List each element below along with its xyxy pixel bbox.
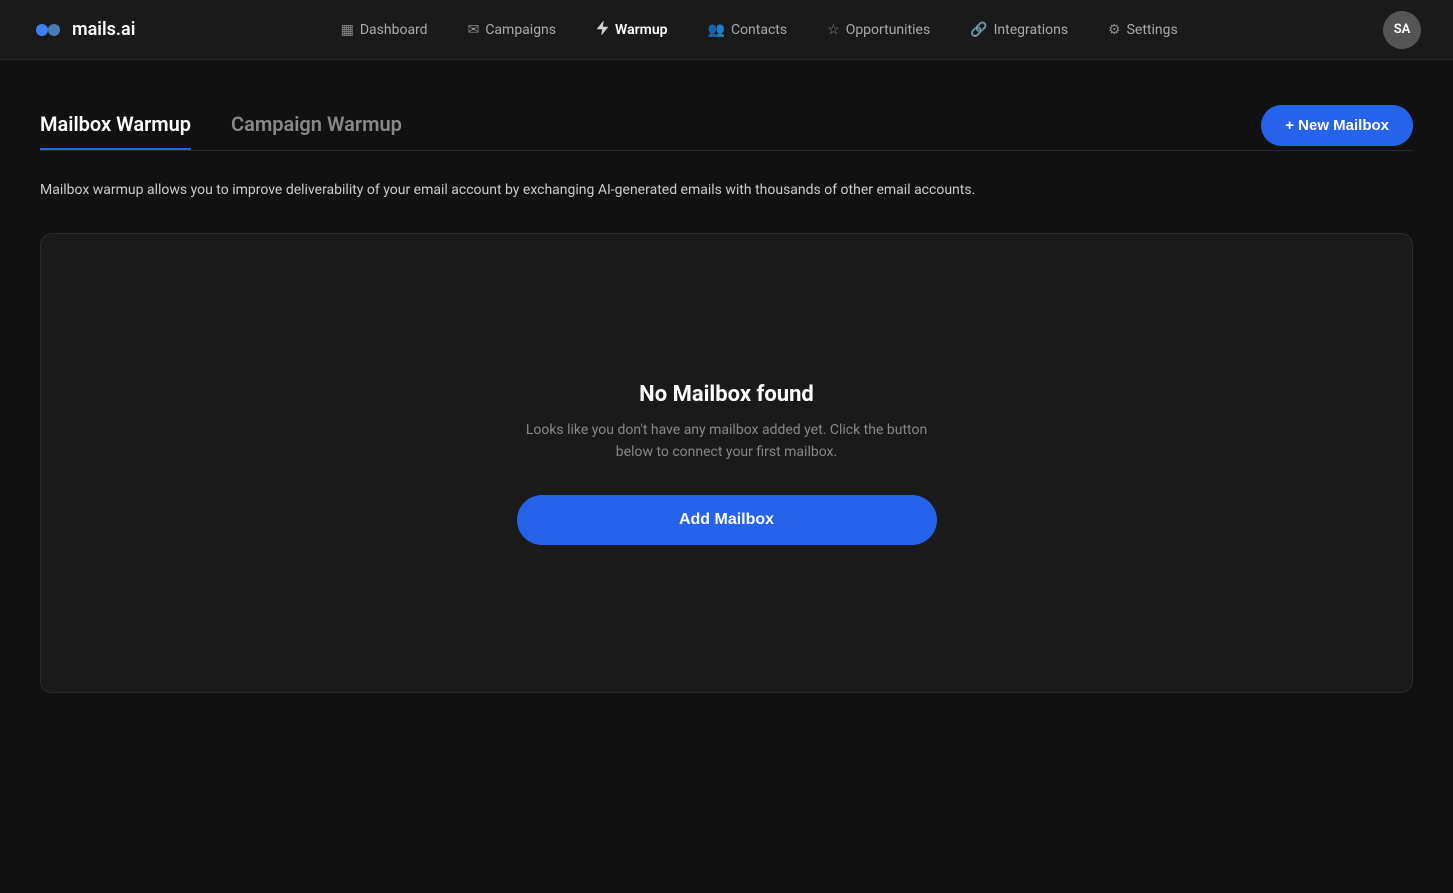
logo-text: mails.ai — [72, 19, 135, 40]
tab-mailbox-warmup[interactable]: Mailbox Warmup — [40, 100, 191, 150]
nav-label-opportunities: Opportunities — [846, 22, 931, 38]
tab-campaign-warmup[interactable]: Campaign Warmup — [231, 100, 402, 150]
nav-item-opportunities[interactable]: ☆ Opportunities — [811, 14, 946, 46]
avatar[interactable]: SA — [1383, 11, 1421, 49]
lightning-icon — [596, 20, 609, 40]
nav-item-contacts[interactable]: 👥 Contacts — [692, 14, 804, 46]
empty-state-card: No Mailbox found Looks like you don't ha… — [40, 233, 1413, 693]
tabs-header: Mailbox Warmup Campaign Warmup + New Mai… — [40, 100, 1413, 150]
main-nav: ▦ Dashboard ✉ Campaigns Warmup 👥 Contact… — [135, 12, 1383, 48]
nav-item-warmup[interactable]: Warmup — [580, 12, 683, 48]
nav-label-contacts: Contacts — [731, 22, 787, 38]
tab-active-underline — [40, 148, 191, 150]
nav-item-campaigns[interactable]: ✉ Campaigns — [452, 14, 572, 46]
grid-icon: ▦ — [341, 22, 354, 38]
nav-label-campaigns: Campaigns — [485, 22, 556, 38]
topbar: mails.ai ▦ Dashboard ✉ Campaigns Warmup … — [0, 0, 1453, 60]
empty-title: No Mailbox found — [639, 382, 814, 407]
nav-item-settings[interactable]: ⚙ Settings — [1092, 14, 1194, 46]
nav-item-dashboard[interactable]: ▦ Dashboard — [325, 14, 444, 46]
nav-label-dashboard: Dashboard — [360, 22, 428, 38]
email-icon: ✉ — [468, 22, 480, 38]
nav-label-settings: Settings — [1127, 22, 1178, 38]
contacts-icon: 👥 — [708, 22, 725, 38]
tabs-left: Mailbox Warmup Campaign Warmup — [40, 100, 442, 150]
link-icon: 🔗 — [970, 22, 987, 38]
tabs-divider — [40, 150, 1413, 151]
logo-area: mails.ai — [32, 14, 135, 46]
nav-item-integrations[interactable]: 🔗 Integrations — [954, 14, 1084, 46]
gear-icon: ⚙ — [1108, 22, 1121, 38]
nav-label-warmup: Warmup — [615, 22, 667, 38]
add-mailbox-button[interactable]: Add Mailbox — [517, 495, 937, 545]
main-content: Mailbox Warmup Campaign Warmup + New Mai… — [0, 60, 1453, 733]
star-icon: ☆ — [827, 22, 840, 38]
nav-label-integrations: Integrations — [994, 22, 1068, 38]
new-mailbox-button[interactable]: + New Mailbox — [1261, 105, 1413, 146]
empty-subtitle: Looks like you don't have any mailbox ad… — [517, 419, 937, 464]
page-description: Mailbox warmup allows you to improve del… — [40, 179, 1413, 201]
logo-icon — [32, 14, 64, 46]
